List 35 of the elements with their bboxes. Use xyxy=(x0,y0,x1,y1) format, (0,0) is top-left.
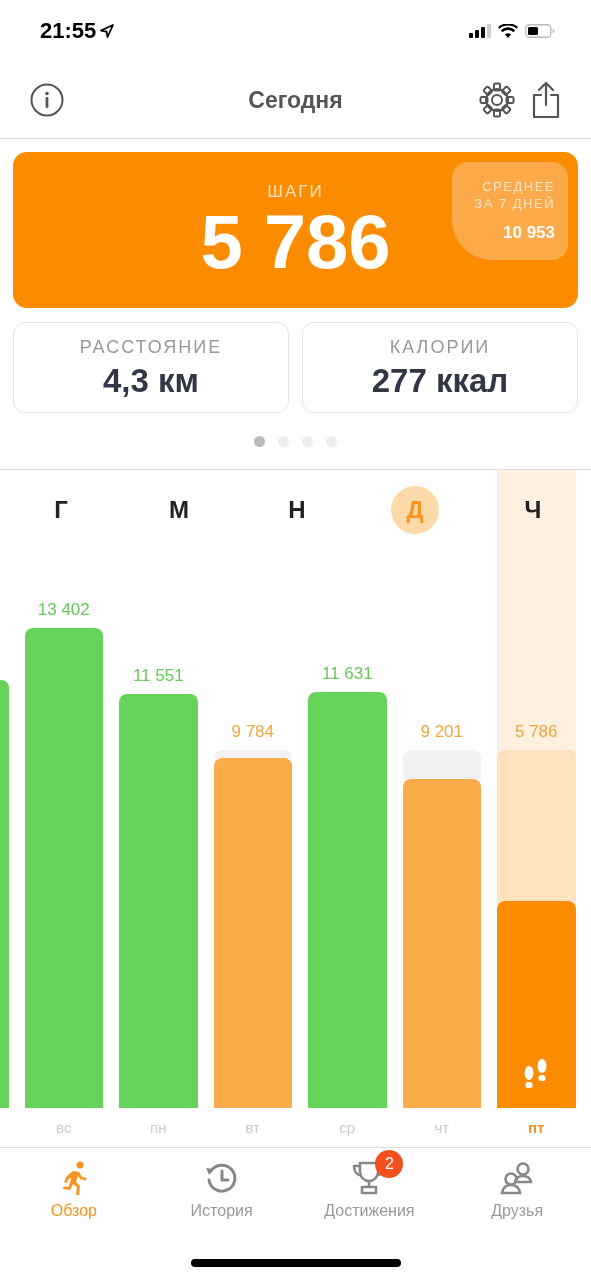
tab-item[interactable]: Друзья xyxy=(443,1148,591,1238)
average-label: СРЕДНЕЕ ЗА 7 ДНЕЙ xyxy=(473,178,555,212)
tab-item[interactable]: История xyxy=(147,1148,296,1238)
share-icon[interactable] xyxy=(531,81,561,119)
wifi-icon xyxy=(498,24,518,38)
stat-value: 4,3 км xyxy=(103,362,199,400)
page-dot[interactable] xyxy=(254,435,265,447)
bar-value: 9 784 xyxy=(230,722,275,742)
settings-icon[interactable] xyxy=(479,82,515,118)
tab-item[interactable]: Обзор xyxy=(0,1148,148,1238)
steps-value: 5 786 xyxy=(200,202,391,282)
bar-value: 11 631 xyxy=(320,664,374,684)
week-letter[interactable]: М xyxy=(155,486,203,534)
signal-icon xyxy=(469,24,491,38)
screen-title: Сегодня xyxy=(248,86,343,114)
week-letter[interactable]: Н xyxy=(273,486,321,534)
bar-value: 9 201 xyxy=(419,722,464,742)
location-arrow-icon xyxy=(100,24,115,38)
week-letter[interactable]: Ч xyxy=(509,486,557,534)
day-label: пт xyxy=(527,1119,546,1136)
info-icon[interactable] xyxy=(30,83,64,117)
stat-value: 277 ккал xyxy=(371,362,509,400)
status-time: 21:55 xyxy=(40,18,97,44)
bar-value: 5 786 xyxy=(513,722,559,742)
notification-badge: 2 xyxy=(375,1150,404,1178)
average-value: 10 953 xyxy=(503,223,555,243)
week-letter[interactable]: Г xyxy=(37,486,85,534)
bar-value: 11 551 xyxy=(131,666,185,686)
stat-label: РАССТОЯНИЕ xyxy=(79,337,223,358)
tab-item[interactable]: 2 Достижения xyxy=(295,1148,444,1238)
home-indicator[interactable] xyxy=(190,1259,401,1267)
stat-label: КАЛОРИИ xyxy=(389,337,491,358)
bar-value: 13 402 xyxy=(36,600,91,620)
battery-icon xyxy=(525,24,555,38)
steps-label: ШАГИ xyxy=(267,182,324,202)
